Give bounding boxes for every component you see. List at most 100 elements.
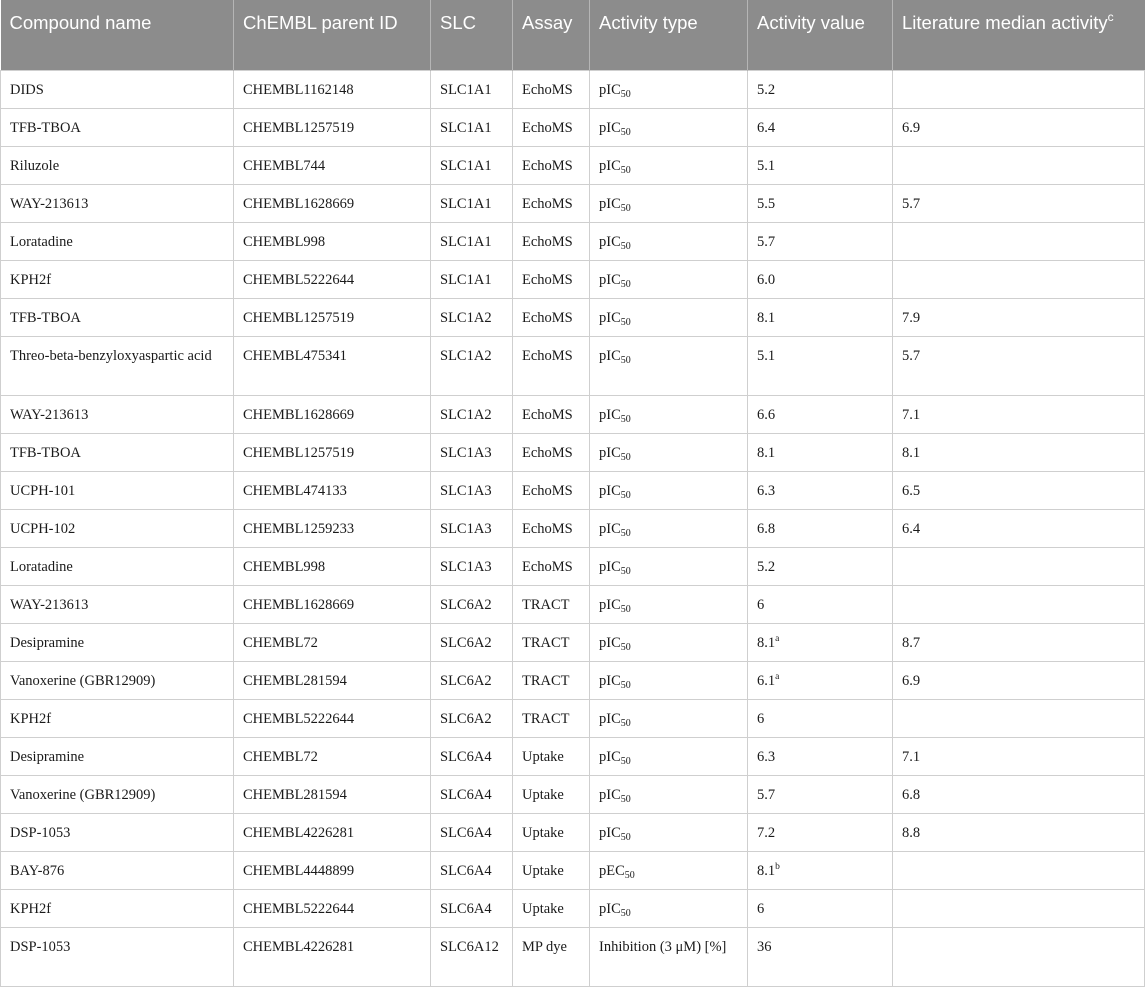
- cell-compound-name: DSP-1053: [0, 813, 234, 852]
- cell-compound-name: WAY-213613: [0, 585, 234, 624]
- table-row: BAY-876 CHEMBL4448899 SLC6A4 Uptake pEC50 8.1…: [0, 851, 1145, 890]
- cell-literature-median: [892, 889, 1145, 928]
- cell-literature-median: 8.7: [892, 623, 1145, 662]
- cell-literature-median: [892, 146, 1145, 185]
- cell-assay: EchoMS: [512, 471, 590, 510]
- cell-chembl-id: CHEMBL281594: [233, 775, 431, 814]
- activity-value-text: 36: [757, 939, 772, 955]
- activity-type-text: pIC: [599, 559, 621, 575]
- cell-chembl-id: CHEMBL5222644: [233, 260, 431, 299]
- cell-slc: SLC6A12: [430, 927, 513, 987]
- activity-type-subscript: 50: [620, 414, 631, 425]
- cell-compound-name: KPH2f: [0, 889, 234, 928]
- activity-type-subscript: 50: [620, 680, 631, 691]
- activity-type-text: pIC: [599, 825, 621, 841]
- cell-chembl-id: CHEMBL998: [233, 222, 431, 261]
- cell-chembl-id: CHEMBL744: [233, 146, 431, 185]
- cell-activity-value: 5.7: [747, 222, 893, 261]
- cell-activity-type: pIC50: [589, 336, 748, 396]
- cell-compound-name: Threo-beta-benzyloxyaspartic acid: [0, 336, 234, 396]
- cell-chembl-id: CHEMBL5222644: [233, 889, 431, 928]
- cell-slc: SLC1A1: [430, 222, 513, 261]
- cell-activity-value: 8.1: [747, 298, 893, 337]
- cell-compound-name: Vanoxerine (GBR12909): [0, 661, 234, 700]
- activity-value-text: 5.1: [757, 158, 776, 174]
- footnote-mark: b: [775, 862, 780, 872]
- cell-activity-type: pIC50: [589, 184, 748, 223]
- activity-value-text: 5.2: [757, 82, 776, 98]
- cell-activity-value: 6.3: [747, 471, 893, 510]
- cell-slc: SLC1A3: [430, 471, 513, 510]
- cell-chembl-id: CHEMBL72: [233, 623, 431, 662]
- cell-chembl-id: CHEMBL1162148: [233, 70, 431, 109]
- activity-value-text: 6.6: [757, 407, 776, 423]
- cell-slc: SLC6A4: [430, 737, 513, 776]
- cell-compound-name: BAY-876: [0, 851, 234, 890]
- cell-literature-median: 8.1: [892, 433, 1145, 472]
- cell-compound-name: TFB-TBOA: [0, 298, 234, 337]
- cell-activity-value: 6.6: [747, 395, 893, 434]
- activity-type-text: pIC: [599, 483, 621, 499]
- activity-type-subscript: 50: [620, 832, 631, 843]
- table-row: TFB-TBOA CHEMBL1257519 SLC1A3 EchoMS pIC50 8.…: [0, 433, 1145, 472]
- activity-type-subscript: 50: [624, 870, 635, 881]
- activity-type-text: pEC: [599, 863, 625, 879]
- cell-activity-type: pIC50: [589, 547, 748, 586]
- cell-literature-median: [892, 70, 1145, 109]
- cell-literature-median: 6.9: [892, 108, 1145, 147]
- table-header: Compound name ChEMBL parent ID SLC Assay…: [0, 0, 1145, 71]
- activity-type-text: pIC: [599, 673, 621, 689]
- cell-activity-value: 6.8: [747, 509, 893, 548]
- activity-type-text: pIC: [599, 749, 621, 765]
- cell-chembl-id: CHEMBL281594: [233, 661, 431, 700]
- cell-literature-median: 7.1: [892, 395, 1145, 434]
- cell-activity-type: pIC50: [589, 222, 748, 261]
- activity-value-text: 6: [757, 901, 765, 917]
- cell-assay: TRACT: [512, 661, 590, 700]
- header-activity-type: Activity type: [589, 0, 748, 71]
- header-row: Compound name ChEMBL parent ID SLC Assay…: [0, 0, 1145, 71]
- cell-activity-type: pIC50: [589, 775, 748, 814]
- header-literature-median-activity: Literature median activityc: [892, 0, 1145, 71]
- cell-activity-type: pIC50: [589, 70, 748, 109]
- cell-activity-type: pIC50: [589, 471, 748, 510]
- cell-slc: SLC1A3: [430, 547, 513, 586]
- cell-assay: EchoMS: [512, 108, 590, 147]
- table-row: DSP-1053 CHEMBL4226281 SLC6A12 MP dye Inhibi…: [0, 927, 1145, 987]
- activity-type-text: pIC: [599, 597, 621, 613]
- cell-activity-value: 8.1a: [747, 623, 893, 662]
- cell-assay: EchoMS: [512, 260, 590, 299]
- cell-compound-name: KPH2f: [0, 260, 234, 299]
- cell-slc: SLC1A1: [430, 70, 513, 109]
- cell-chembl-id: CHEMBL1628669: [233, 184, 431, 223]
- activity-type-subscript: 50: [620, 452, 631, 463]
- cell-activity-type: pIC50: [589, 108, 748, 147]
- cell-compound-name: UCPH-101: [0, 471, 234, 510]
- cell-activity-value: 8.1b: [747, 851, 893, 890]
- cell-slc: SLC6A4: [430, 889, 513, 928]
- activity-value-text: 6.0: [757, 272, 776, 288]
- activity-type-subscript: 50: [620, 127, 631, 138]
- table-row: Loratadine CHEMBL998 SLC1A1 EchoMS pIC50 5.7: [0, 222, 1145, 261]
- cell-slc: SLC1A1: [430, 260, 513, 299]
- cell-activity-value: 36: [747, 927, 893, 987]
- activity-value-text: 5.5: [757, 196, 776, 212]
- cell-assay: EchoMS: [512, 433, 590, 472]
- cell-activity-value: 6.3: [747, 737, 893, 776]
- header-activity-value: Activity value: [747, 0, 893, 71]
- footnote-mark: a: [775, 634, 780, 644]
- activity-type-text: Inhibition (3 μM) [%]: [599, 939, 727, 955]
- cell-chembl-id: CHEMBL1259233: [233, 509, 431, 548]
- activity-type-subscript: 50: [620, 89, 631, 100]
- cell-assay: EchoMS: [512, 336, 590, 396]
- footnote-mark: a: [775, 672, 780, 682]
- cell-chembl-id: CHEMBL1628669: [233, 395, 431, 434]
- cell-activity-type: pIC50: [589, 623, 748, 662]
- activity-type-text: pIC: [599, 272, 621, 288]
- cell-chembl-id: CHEMBL1257519: [233, 298, 431, 337]
- cell-literature-median: [892, 222, 1145, 261]
- cell-compound-name: Loratadine: [0, 547, 234, 586]
- header-assay: Assay: [512, 0, 590, 71]
- table-row: Vanoxerine (GBR12909) CHEMBL281594 SLC6A4 U…: [0, 775, 1145, 814]
- cell-compound-name: Desipramine: [0, 623, 234, 662]
